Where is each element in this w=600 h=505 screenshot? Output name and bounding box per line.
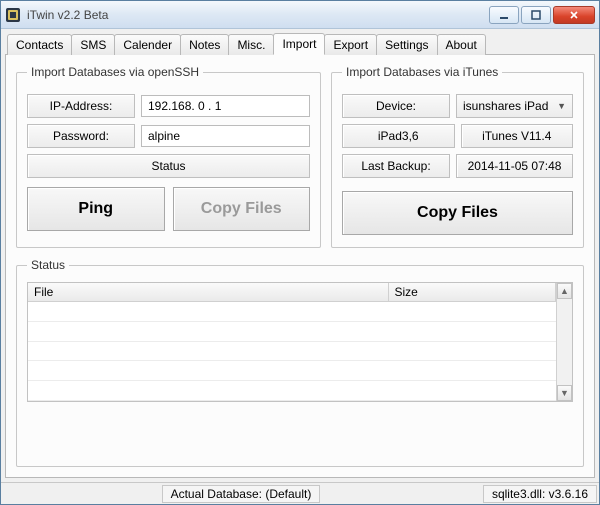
tab-misc[interactable]: Misc. — [228, 34, 274, 55]
status-group: Status File Size — [16, 258, 584, 467]
tab-contacts[interactable]: Contacts — [7, 34, 72, 55]
table-scrollbar[interactable]: ▲ ▼ — [556, 283, 572, 401]
device-label: Device: — [342, 94, 450, 118]
tab-import[interactable]: Import — [273, 33, 325, 55]
password-input[interactable] — [141, 125, 310, 147]
status-sqlite: sqlite3.dll: v3.6.16 — [483, 485, 597, 503]
ip-label: IP-Address: — [27, 94, 135, 118]
itunes-version: iTunes V11.4 — [461, 124, 574, 148]
ssh-group: Import Databases via openSSH IP-Address:… — [16, 65, 321, 248]
itunes-legend: Import Databases via iTunes — [342, 65, 502, 79]
tab-panel-import: Import Databases via openSSH IP-Address:… — [5, 54, 595, 478]
window-title: iTwin v2.2 Beta — [27, 8, 108, 22]
device-model: iPad3,6 — [342, 124, 455, 148]
titlebar[interactable]: iTwin v2.2 Beta — [1, 1, 599, 29]
status-database: Actual Database: (Default) — [162, 485, 321, 503]
status-table: File Size — [28, 283, 556, 401]
last-backup-label: Last Backup: — [342, 154, 450, 178]
tab-calender[interactable]: Calender — [114, 34, 181, 55]
table-row[interactable] — [28, 381, 556, 401]
table-row[interactable] — [28, 321, 556, 341]
chevron-down-icon: ▼ — [557, 101, 566, 111]
app-icon — [5, 7, 21, 23]
statusbar: Actual Database: (Default) sqlite3.dll: … — [1, 482, 599, 504]
ping-button[interactable]: Ping — [27, 187, 165, 231]
main-window: iTwin v2.2 Beta Contacts SMS Calender No… — [0, 0, 600, 505]
status-legend: Status — [27, 258, 69, 272]
last-backup-value: 2014-11-05 07:48 — [456, 154, 573, 178]
tab-sms[interactable]: SMS — [71, 34, 115, 55]
col-size-header[interactable]: Size — [388, 283, 556, 302]
client-area: Contacts SMS Calender Notes Misc. Import… — [1, 29, 599, 482]
minimize-button[interactable] — [489, 6, 519, 24]
device-dropdown[interactable]: isunshares iPad ▼ — [456, 94, 573, 118]
col-file-header[interactable]: File — [28, 283, 388, 302]
ssh-legend: Import Databases via openSSH — [27, 65, 203, 79]
tab-about[interactable]: About — [437, 34, 486, 55]
scroll-down-icon[interactable]: ▼ — [557, 385, 572, 401]
maximize-button[interactable] — [521, 6, 551, 24]
itunes-copy-files-button[interactable]: Copy Files — [342, 191, 573, 235]
table-row[interactable] — [28, 341, 556, 361]
scroll-up-icon[interactable]: ▲ — [557, 283, 572, 299]
device-selected: isunshares iPad — [463, 99, 548, 113]
close-button[interactable] — [553, 6, 595, 24]
itunes-group: Import Databases via iTunes Device: isun… — [331, 65, 584, 248]
tab-export[interactable]: Export — [324, 34, 377, 55]
tab-notes[interactable]: Notes — [180, 34, 229, 55]
ssh-status-label: Status — [27, 154, 310, 178]
table-row[interactable] — [28, 302, 556, 322]
tab-strip: Contacts SMS Calender Notes Misc. Import… — [5, 33, 595, 55]
tab-settings[interactable]: Settings — [376, 34, 437, 55]
table-row[interactable] — [28, 361, 556, 381]
password-label: Password: — [27, 124, 135, 148]
ip-input[interactable] — [141, 95, 310, 117]
ssh-copy-files-button[interactable]: Copy Files — [173, 187, 311, 231]
